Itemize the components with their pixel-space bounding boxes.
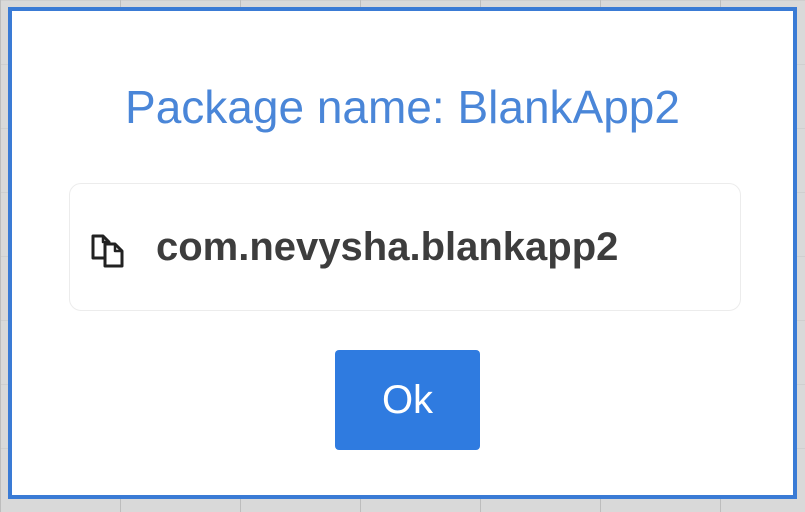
package-name-dialog: Package name: BlankApp2 com.nevysha.blan…: [8, 7, 797, 499]
package-name-copy-box[interactable]: com.nevysha.blankapp2: [69, 183, 741, 311]
dialog-title: Package name: BlankApp2: [125, 81, 680, 133]
package-name-text: com.nevysha.blankapp2: [156, 225, 619, 269]
ok-button[interactable]: Ok: [335, 350, 480, 450]
copy-icon[interactable]: [90, 228, 126, 268]
